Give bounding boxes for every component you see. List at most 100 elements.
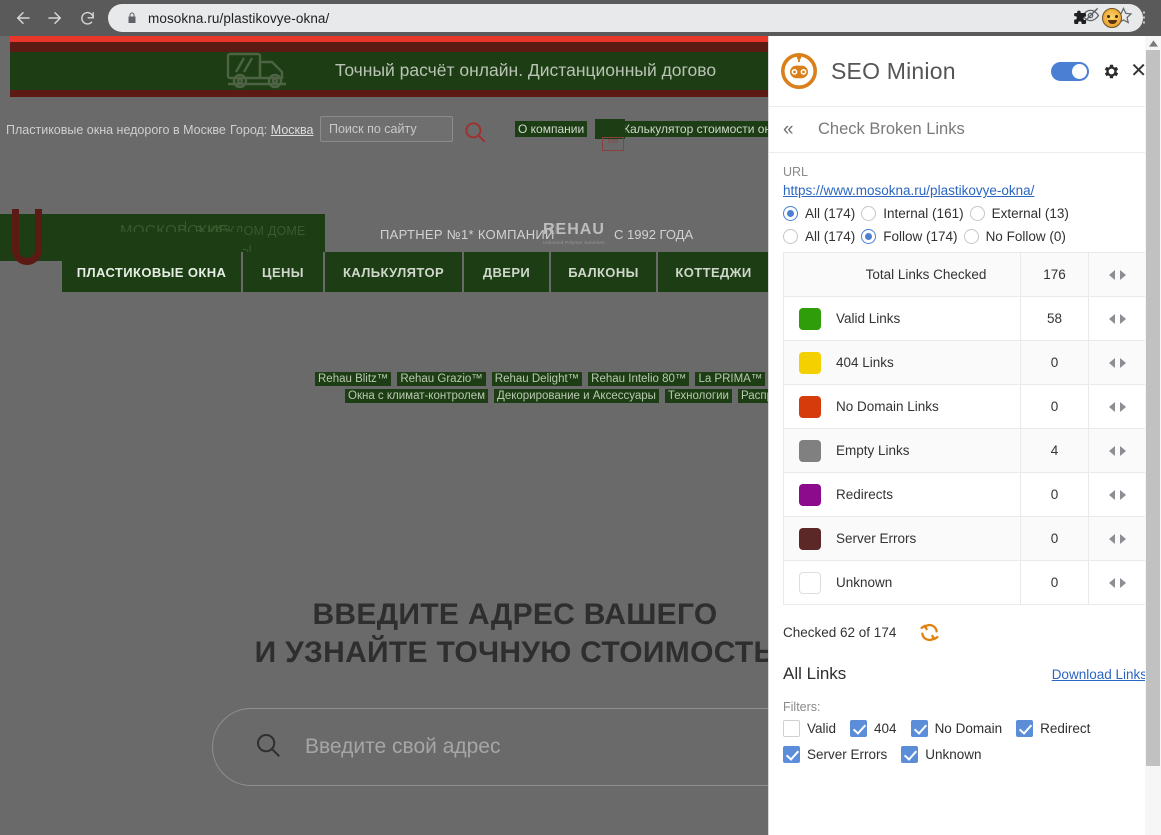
- double-chevron-left-icon[interactable]: «: [783, 119, 813, 141]
- filter-0[interactable]: Valid: [783, 720, 836, 737]
- arrow-left-icon[interactable]: [1109, 313, 1115, 324]
- filter-1[interactable]: 404: [850, 720, 897, 737]
- filter-checkbox[interactable]: [850, 720, 868, 737]
- radio-button[interactable]: [963, 229, 979, 244]
- arrow-left-icon[interactable]: [1109, 577, 1115, 588]
- site-search-placeholder: Поиск по сайту: [329, 122, 417, 136]
- product-tag-3[interactable]: Rehau Intelio 80™: [588, 372, 690, 386]
- radio-button[interactable]: [861, 206, 877, 221]
- table-row[interactable]: Total Links Checked 176: [784, 252, 1146, 297]
- product-tag-1[interactable]: Декорирование и Аксессуары: [494, 389, 659, 403]
- hero-line-2: И УЗНАЙТЕ ТОЧНУЮ СТОИМОСТЬ: [254, 636, 776, 669]
- filters-label: Filters:: [783, 700, 821, 714]
- scope-radio-2[interactable]: External (13): [969, 206, 1069, 221]
- filter-4[interactable]: Server Errors: [783, 746, 887, 763]
- arrow-left-icon[interactable]: [1109, 269, 1115, 280]
- filter-checkbox[interactable]: [1016, 720, 1034, 737]
- nav-tab-4[interactable]: БАЛКОНЫ: [551, 252, 658, 292]
- nav-tab-3[interactable]: ДВЕРИ: [464, 252, 551, 292]
- address-bar[interactable]: mosokna.ru/plastikovye-okna/: [108, 4, 1143, 32]
- forward-arrow-icon[interactable]: [40, 4, 70, 32]
- nav-tab-0[interactable]: ПЛАСТИКОВЫЕ ОКНА: [62, 252, 243, 292]
- product-tag-1[interactable]: Rehau Grazio™: [397, 372, 486, 386]
- status-color-swatch: [799, 439, 821, 462]
- arrow-right-icon[interactable]: [1120, 313, 1126, 324]
- mini-link-about[interactable]: О компании: [515, 121, 588, 137]
- status-color-swatch: [799, 307, 821, 330]
- arrow-right-icon[interactable]: [1120, 489, 1126, 500]
- filter-2[interactable]: No Domain: [910, 720, 1002, 737]
- arrow-right-icon[interactable]: [1120, 533, 1126, 544]
- seo-minion-panel: SEO Minion ✕ « Check Broken Links URL ht…: [768, 36, 1161, 835]
- scroll-up-arrow-icon[interactable]: [1145, 36, 1161, 50]
- back-arrow-icon[interactable]: [8, 4, 38, 32]
- link-stats-table: Total Links Checked 176 Valid Links 58 404 L…: [783, 252, 1147, 605]
- checked-url-link[interactable]: https://www.mosokna.ru/plastikovye-okna/: [783, 183, 1147, 198]
- arrow-left-icon[interactable]: [1109, 357, 1115, 368]
- follow-radio-2[interactable]: No Follow (0): [963, 229, 1066, 244]
- puzzle-piece-icon[interactable]: [1067, 4, 1093, 32]
- filter-checkbox[interactable]: [901, 746, 919, 763]
- swatch-cell: [784, 351, 836, 374]
- arrow-right-icon[interactable]: [1120, 445, 1126, 456]
- arrow-right-icon[interactable]: [1120, 577, 1126, 588]
- table-row[interactable]: Unknown 0: [784, 560, 1146, 605]
- reload-icon[interactable]: [72, 4, 102, 32]
- browser-window: mosokna.ru/plastikovye-okna/ ⋮ Точный ра…: [0, 0, 1161, 835]
- refresh-icon[interactable]: [918, 621, 941, 644]
- radio-button[interactable]: [783, 229, 798, 244]
- scope-radio-0[interactable]: All (174): [783, 206, 855, 221]
- table-row[interactable]: 404 Links 0: [784, 340, 1146, 385]
- product-tag-2[interactable]: Технологии: [664, 389, 732, 403]
- product-tag-4[interactable]: La PRIMA™: [695, 372, 766, 386]
- radio-button[interactable]: [783, 206, 798, 221]
- stat-label: Valid Links: [836, 311, 901, 326]
- avatar-icon[interactable]: [1099, 4, 1125, 32]
- product-tag-0[interactable]: Окна с климат-контролем: [345, 389, 489, 403]
- mini-link-calculator[interactable]: Калькулятор стоимости онла: [620, 121, 788, 137]
- scope-radio-1[interactable]: Internal (161): [861, 206, 964, 221]
- table-row[interactable]: Valid Links 58: [784, 296, 1146, 341]
- filter-checkbox[interactable]: [910, 720, 928, 737]
- site-search-input[interactable]: Поиск по сайту: [320, 116, 453, 142]
- follow-radio-1[interactable]: Follow (174): [861, 229, 958, 244]
- table-row[interactable]: Server Errors 0: [784, 516, 1146, 561]
- arrow-left-icon[interactable]: [1109, 489, 1115, 500]
- gear-icon[interactable]: [1102, 62, 1121, 81]
- filter-5[interactable]: Unknown: [901, 746, 982, 763]
- city-selector[interactable]: Город: Москва: [230, 123, 313, 137]
- filter-label: Valid: [807, 721, 837, 736]
- radio-button[interactable]: [861, 229, 877, 244]
- arrow-left-icon[interactable]: [1109, 445, 1115, 456]
- product-tag-0[interactable]: Rehau Blitz™: [315, 372, 392, 386]
- radio-button[interactable]: [969, 206, 985, 221]
- nav-tab-2[interactable]: КАЛЬКУЛЯТОР: [325, 252, 464, 292]
- panel-scrollbar-thumb[interactable]: [1146, 50, 1160, 766]
- row-nav-arrows: [1088, 384, 1146, 429]
- table-row[interactable]: Empty Links 4: [784, 428, 1146, 473]
- page-gutter: [0, 36, 10, 835]
- product-tag-2[interactable]: Rehau Delight™: [491, 372, 583, 386]
- download-links-button[interactable]: Download Links: [1052, 667, 1147, 682]
- swatch-cell: [784, 483, 836, 506]
- arrow-left-icon[interactable]: [1109, 533, 1115, 544]
- rehau-brand: REHAU Unlimited Polymer Solutions: [543, 221, 605, 245]
- panel-scrollbar[interactable]: [1145, 36, 1161, 835]
- table-row[interactable]: Redirects 0: [784, 472, 1146, 517]
- filter-checkbox[interactable]: [783, 746, 800, 763]
- three-dot-menu-icon[interactable]: ⋮: [1131, 4, 1157, 32]
- all-links-row: All Links Download Links: [783, 664, 1147, 684]
- arrow-right-icon[interactable]: [1120, 357, 1126, 368]
- nav-tab-5[interactable]: КОТТЕДЖИ: [658, 252, 771, 292]
- magnifier-icon[interactable]: [462, 119, 488, 150]
- filter-3[interactable]: Redirect: [1016, 720, 1090, 737]
- arrow-left-icon[interactable]: [1109, 401, 1115, 412]
- row-nav-arrows: [1088, 428, 1146, 473]
- arrow-right-icon[interactable]: [1120, 401, 1126, 412]
- arrow-right-icon[interactable]: [1120, 269, 1126, 280]
- enable-toggle[interactable]: [1051, 61, 1090, 81]
- nav-tab-1[interactable]: ЦЕНЫ: [243, 252, 325, 292]
- table-row[interactable]: No Domain Links 0: [784, 384, 1146, 429]
- follow-radio-0[interactable]: All (174): [783, 229, 855, 244]
- filter-checkbox[interactable]: [783, 720, 800, 737]
